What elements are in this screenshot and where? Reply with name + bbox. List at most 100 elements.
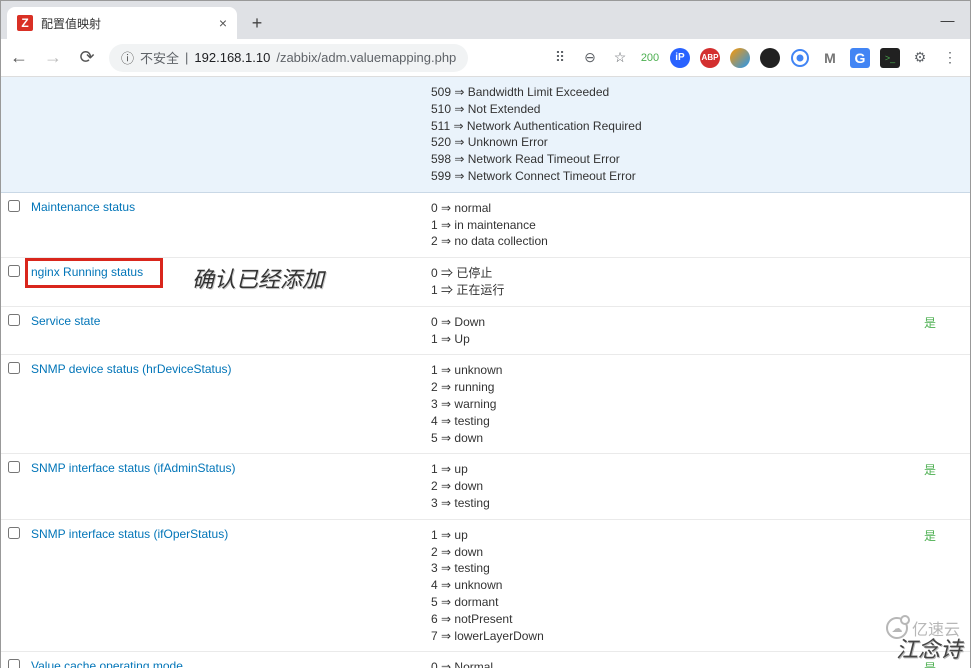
value-map-link[interactable]: SNMP device status (hrDeviceStatus) (31, 362, 232, 376)
row-used-cell (920, 258, 970, 306)
mapping-line: 0 ⇒ Normal (431, 659, 916, 668)
row-mappings-cell: 0 ⇒ normal1 ⇒ in maintenance2 ⇒ no data … (427, 193, 920, 257)
browser-toolbar: ← → ⟳ ⓘ 不安全 | 192.168.1.10/zabbix/adm.va… (1, 39, 970, 77)
mapping-line: 598 ⇒ Network Read Timeout Error (431, 151, 916, 168)
mapping-line: 1 ⇒ up (431, 461, 916, 478)
row-checkbox[interactable] (8, 362, 20, 374)
mapping-line: 0 ⇒ normal (431, 200, 916, 217)
row-checkbox-cell (1, 193, 27, 257)
mapping-line: 3 ⇒ testing (431, 560, 916, 577)
row-name-cell (27, 77, 427, 192)
row-checkbox-cell (1, 307, 27, 355)
site-info-icon[interactable]: ⓘ (121, 48, 134, 67)
mapping-line: 1 ⇒ Up (431, 331, 916, 348)
mapping-line: 7 ⇒ lowerLayerDown (431, 628, 916, 645)
row-checkbox[interactable] (8, 527, 20, 539)
row-name-cell: SNMP interface status (ifOperStatus) (27, 520, 427, 652)
url-host: 192.168.1.10 (194, 50, 270, 65)
value-map-link[interactable]: Service state (31, 314, 100, 328)
new-tab-button[interactable]: + (243, 9, 271, 37)
used-yes-label: 是 (924, 463, 936, 477)
row-checkbox-cell (1, 652, 27, 668)
table-row: nginx Running status确认已经添加0 ⇒ 已停止1 ⇒ 正在运… (1, 258, 970, 307)
row-checkbox[interactable] (8, 314, 20, 326)
row-used-cell: 是 (920, 652, 970, 668)
row-checkbox[interactable] (8, 461, 20, 473)
row-mappings-cell: 1 ⇒ up2 ⇒ down3 ⇒ testing4 ⇒ unknown5 ⇒ … (427, 520, 920, 652)
row-name-cell: SNMP interface status (ifAdminStatus) (27, 454, 427, 518)
mapping-line: 2 ⇒ no data collection (431, 233, 916, 250)
row-checkbox-cell (1, 355, 27, 453)
row-used-cell: 是 (920, 307, 970, 355)
address-bar[interactable]: ⓘ 不安全 | 192.168.1.10/zabbix/adm.valuemap… (109, 44, 468, 72)
table-row: Value cache operating mode 0 ⇒ Normal1 ⇒ … (1, 652, 970, 668)
ext-dark-icon[interactable] (760, 48, 780, 68)
table-row: SNMP interface status (ifAdminStatus) 1 ⇒… (1, 454, 970, 519)
row-used-cell (920, 355, 970, 453)
ext-terminal-icon[interactable]: >_ (880, 48, 900, 68)
row-name-cell: Service state (27, 307, 427, 355)
mapping-line: 511 ⇒ Network Authentication Required (431, 118, 916, 135)
mapping-line: 4 ⇒ unknown (431, 577, 916, 594)
mapping-line: 5 ⇒ dormant (431, 594, 916, 611)
window-minimize-button[interactable]: — (925, 1, 970, 39)
status-200-badge: 200 (640, 48, 660, 68)
insecure-label: 不安全 (140, 48, 179, 67)
mapping-line: 510 ⇒ Not Extended (431, 101, 916, 118)
mapping-line: 509 ⇒ Bandwidth Limit Exceeded (431, 84, 916, 101)
mapping-line: 599 ⇒ Network Connect Timeout Error (431, 168, 916, 185)
row-name-cell: nginx Running status确认已经添加 (27, 258, 427, 306)
row-checkbox-cell (1, 520, 27, 652)
row-mappings-cell: 0 ⇒ Normal1 ⇒ Low memory (427, 652, 920, 668)
zoom-icon[interactable]: ⊖ (580, 48, 600, 68)
bookmark-star-icon[interactable]: ☆ (610, 48, 630, 68)
mapping-line: 5 ⇒ down (431, 430, 916, 447)
ext-g-icon[interactable]: G (850, 48, 870, 68)
value-map-link[interactable]: nginx Running status (31, 265, 143, 279)
ext-m-icon[interactable]: M (820, 48, 840, 68)
ext-ip-icon[interactable]: iP (670, 48, 690, 68)
row-name-cell: Maintenance status (27, 193, 427, 257)
row-checkbox[interactable] (8, 200, 20, 212)
nav-forward-button[interactable]: → (41, 46, 65, 70)
mapping-line: 3 ⇒ testing (431, 495, 916, 512)
row-checkbox[interactable] (8, 659, 20, 668)
mapping-line: 6 ⇒ notPresent (431, 611, 916, 628)
row-checkbox-cell (1, 77, 27, 192)
value-map-link[interactable]: Value cache operating mode (31, 659, 183, 668)
value-map-link[interactable]: SNMP interface status (ifOperStatus) (31, 527, 228, 541)
table-row: SNMP device status (hrDeviceStatus)1 ⇒ u… (1, 355, 970, 454)
row-used-cell: 是 (920, 454, 970, 518)
row-used-cell (920, 193, 970, 257)
window-controls: — (925, 1, 970, 39)
value-map-link[interactable]: Maintenance status (31, 200, 135, 214)
browser-menu-icon[interactable]: ⋮ (940, 48, 960, 68)
mapping-line: 0 ⇒ 已停止 (431, 265, 916, 282)
used-yes-label: 是 (924, 529, 936, 543)
mapping-line: 520 ⇒ Unknown Error (431, 134, 916, 151)
table-row: Maintenance status 0 ⇒ normal1 ⇒ in maint… (1, 193, 970, 258)
url-separator: | (185, 50, 188, 65)
tab-title: 配置值映射 (41, 15, 101, 32)
row-checkbox[interactable] (8, 265, 20, 277)
table-row: 509 ⇒ Bandwidth Limit Exceeded510 ⇒ Not … (1, 77, 970, 193)
mapping-line: 3 ⇒ warning (431, 396, 916, 413)
translate-icon[interactable]: ⠿ (550, 48, 570, 68)
mapping-line: 1 ⇒ 正在运行 (431, 282, 916, 299)
nav-back-button[interactable]: ← (7, 46, 31, 70)
ext-chrome-icon[interactable] (790, 48, 810, 68)
nav-reload-button[interactable]: ⟳ (75, 46, 99, 70)
browser-tab-active[interactable]: Z 配置值映射 × (7, 7, 237, 39)
mapping-line: 2 ⇒ running (431, 379, 916, 396)
ext-puzzle-icon[interactable]: ⚙ (910, 48, 930, 68)
row-used-cell: 是 (920, 520, 970, 652)
ext-color-icon[interactable] (730, 48, 750, 68)
mapping-line: 1 ⇒ in maintenance (431, 217, 916, 234)
ext-abp-icon[interactable]: ABP (700, 48, 720, 68)
row-mappings-cell: 1 ⇒ up2 ⇒ down3 ⇒ testing (427, 454, 920, 518)
row-checkbox-cell (1, 454, 27, 518)
used-yes-label: 是 (924, 661, 936, 668)
value-map-link[interactable]: SNMP interface status (ifAdminStatus) (31, 461, 236, 475)
favicon-zabbix-icon: Z (17, 15, 33, 31)
tab-close-icon[interactable]: × (219, 15, 227, 31)
